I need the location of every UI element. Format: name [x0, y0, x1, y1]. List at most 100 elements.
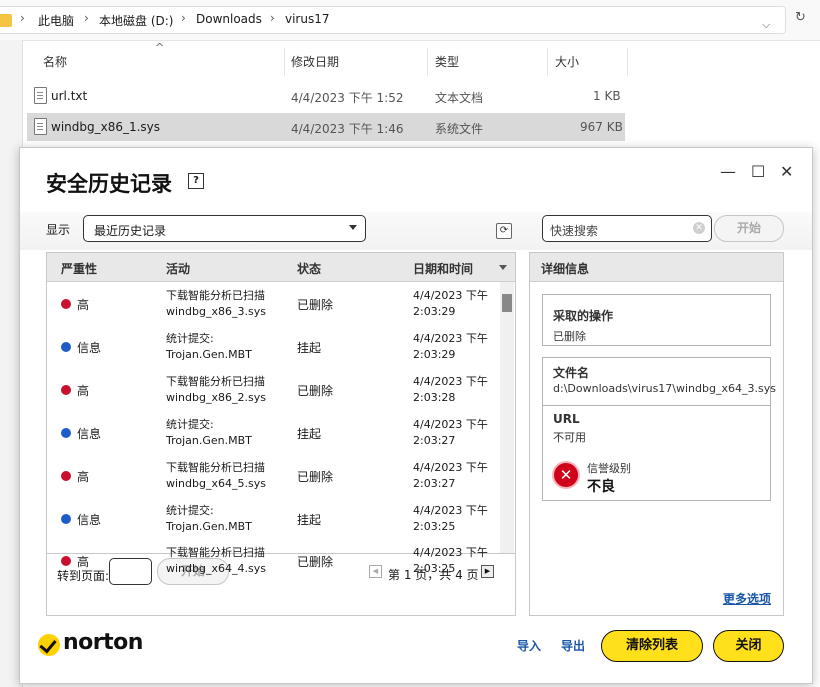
activity-file: windbg_x64_4.sys — [166, 562, 266, 575]
folder-icon — [0, 14, 12, 27]
file-modified: 4/4/2023 下午 1:52 — [291, 91, 404, 105]
activity-line: 下载智能分析已扫描 — [166, 375, 265, 388]
table-row[interactable]: 高 下载智能分析已扫描 windbg_x86_3.sys 已删除 4/4/2023… — [47, 282, 499, 326]
severity-high-icon — [61, 299, 71, 309]
chevron-down-icon — [349, 225, 357, 230]
date-line: 4/4/2023 下午 — [413, 546, 488, 559]
import-link[interactable]: 导入 — [517, 637, 541, 654]
breadcrumb-this-pc[interactable]: 此电脑 — [38, 12, 74, 29]
header-status[interactable]: 状态 — [297, 260, 321, 277]
sort-caret-icon: ^ — [155, 41, 165, 54]
column-divider[interactable] — [427, 48, 428, 76]
datetime: 4/4/2023 下午 2:03:29 — [413, 331, 488, 363]
severity: 高 — [77, 555, 90, 569]
history-filter-select[interactable]: 最近历史记录 — [83, 215, 366, 242]
clear-list-button[interactable]: 清除列表 — [601, 630, 703, 662]
file-info-card: 文件名 d:\Downloads\virus17\windbg_x64_3.sy… — [542, 357, 776, 501]
clear-search-icon[interactable]: ✕ — [693, 222, 705, 234]
severity: 信息 — [77, 427, 102, 441]
address-bar-area: › 此电脑 › 本地磁盘 (D:) › Downloads › virus17 … — [0, 0, 820, 41]
url-value: 不可用 — [553, 431, 586, 444]
column-header-modified[interactable]: 修改日期 — [291, 46, 339, 76]
status: 已删除 — [297, 555, 334, 569]
address-bar[interactable]: › 此电脑 › 本地磁盘 (D:) › Downloads › virus17 … — [0, 6, 786, 34]
table-row[interactable]: 高 下载智能分析已扫描 windbg_x64_4.sys 已删除 4/4/2023… — [47, 539, 499, 577]
history-filter-value: 最近历史记录 — [94, 224, 167, 238]
minimize-icon[interactable]: — — [720, 162, 736, 181]
time-line: 2:03:27 — [413, 434, 456, 447]
activity-line: 统计提交: — [166, 504, 214, 517]
breadcrumb-separator-icon: › — [181, 11, 186, 25]
history-table-header: 严重性 活动 状态 日期和时间 — [47, 253, 515, 282]
text-file-icon — [34, 87, 47, 104]
file-row-url-txt[interactable]: url.txt 4/4/2023 下午 1:52 文本文档 1 KB — [27, 82, 625, 110]
table-row[interactable]: 高 下载智能分析已扫描 windbg_x86_2.sys 已删除 4/4/2023… — [47, 368, 499, 412]
activity-line: 统计提交: — [166, 418, 214, 431]
activity-line: 下载智能分析已扫描 — [166, 546, 265, 559]
status: 已删除 — [297, 298, 334, 312]
table-row[interactable]: 信息 统计提交: Trojan.Gen.MBT 挂起 4/4/2023 下午 2:0… — [47, 497, 499, 541]
status: 已删除 — [297, 470, 334, 484]
column-header-size[interactable]: 大小 — [555, 46, 579, 76]
dialog-title: 安全历史记录 — [46, 172, 172, 196]
file-size: 1 KB — [593, 89, 621, 103]
activity-file: windbg_x86_3.sys — [166, 305, 266, 318]
status: 已删除 — [297, 384, 334, 398]
column-divider[interactable] — [627, 48, 628, 76]
file-modified: 4/4/2023 下午 1:46 — [291, 122, 404, 136]
severity-info-icon — [61, 428, 71, 438]
quick-search-input[interactable]: 快速搜索 ✕ — [542, 215, 712, 242]
file-row-windbg-x86-1[interactable]: windbg_x86_1.sys 4/4/2023 下午 1:46 系统文件 9… — [27, 113, 625, 141]
activity: 下载智能分析已扫描 windbg_x86_3.sys — [166, 288, 266, 320]
activity: 下载智能分析已扫描 windbg_x64_5.sys — [166, 460, 266, 492]
table-scrollbar[interactable] — [500, 282, 514, 553]
datetime: 4/4/2023 下午 2:03:29 — [413, 288, 488, 320]
status: 挂起 — [297, 427, 322, 441]
refresh-icon[interactable]: ↻ — [795, 10, 806, 25]
time-line: 2:03:28 — [413, 391, 456, 404]
severity: 信息 — [77, 341, 102, 355]
column-header-name[interactable]: 名称 — [43, 46, 67, 76]
column-divider[interactable] — [284, 48, 285, 76]
table-row[interactable]: 高 下载智能分析已扫描 windbg_x64_5.sys 已删除 4/4/2023… — [47, 454, 499, 498]
export-link[interactable]: 导出 — [561, 637, 585, 654]
action-card: 采取的操作 已删除 — [542, 294, 771, 346]
header-datetime[interactable]: 日期和时间 — [413, 260, 473, 277]
table-row[interactable]: 信息 统计提交: Trojan.Gen.MBT 挂起 4/4/2023 下午 2:0… — [47, 411, 499, 455]
file-type: 文本文档 — [435, 91, 484, 105]
activity-file: Trojan.Gen.MBT — [166, 434, 252, 447]
breadcrumb-drive-d[interactable]: 本地磁盘 (D:) — [99, 12, 173, 29]
close-icon[interactable]: ✕ — [780, 162, 793, 181]
refresh-icon[interactable]: ⟳ — [496, 223, 512, 239]
maximize-icon[interactable]: ☐ — [751, 162, 765, 181]
activity-line: 下载智能分析已扫描 — [166, 289, 265, 302]
table-row[interactable]: 信息 统计提交: Trojan.Gen.MBT 挂起 4/4/2023 下午 2:0… — [47, 325, 499, 369]
datetime: 4/4/2023 下午 2:03:25 — [413, 503, 488, 535]
activity-file: Trojan.Gen.MBT — [166, 520, 252, 533]
severity-info-icon — [61, 514, 71, 524]
file-size: 967 KB — [580, 120, 623, 134]
header-activity[interactable]: 活动 — [166, 260, 190, 277]
more-options-link[interactable]: 更多选项 — [723, 590, 771, 607]
close-button[interactable]: 关闭 — [713, 630, 784, 662]
column-divider[interactable] — [547, 48, 548, 76]
search-start-button[interactable]: 开始 — [714, 215, 784, 242]
scrollbar-thumb[interactable] — [502, 294, 512, 312]
header-severity[interactable]: 严重性 — [61, 260, 97, 277]
activity: 下载智能分析已扫描 windbg_x86_2.sys — [166, 374, 266, 406]
url-label: URL — [553, 412, 580, 426]
severity-high-icon — [61, 556, 71, 566]
breadcrumb-virus17[interactable]: virus17 — [285, 12, 330, 26]
chevron-down-icon[interactable]: ⌵ — [762, 18, 770, 32]
quick-search-placeholder: 快速搜索 — [550, 224, 599, 238]
help-icon[interactable]: ? — [188, 173, 204, 189]
breadcrumb-downloads[interactable]: Downloads — [196, 12, 262, 26]
date-line: 4/4/2023 下午 — [413, 289, 488, 302]
sort-down-icon[interactable] — [499, 265, 507, 270]
reputation-label: 信誉级别 — [587, 462, 631, 475]
severity-high-icon — [61, 471, 71, 481]
file-name: windbg_x86_1.sys — [51, 120, 161, 134]
details-panel: 详细信息 采取的操作 已删除 文件名 d:\Downloads\virus17\… — [529, 252, 784, 616]
column-header-type[interactable]: 类型 — [435, 46, 459, 76]
severity-high-icon — [61, 385, 71, 395]
